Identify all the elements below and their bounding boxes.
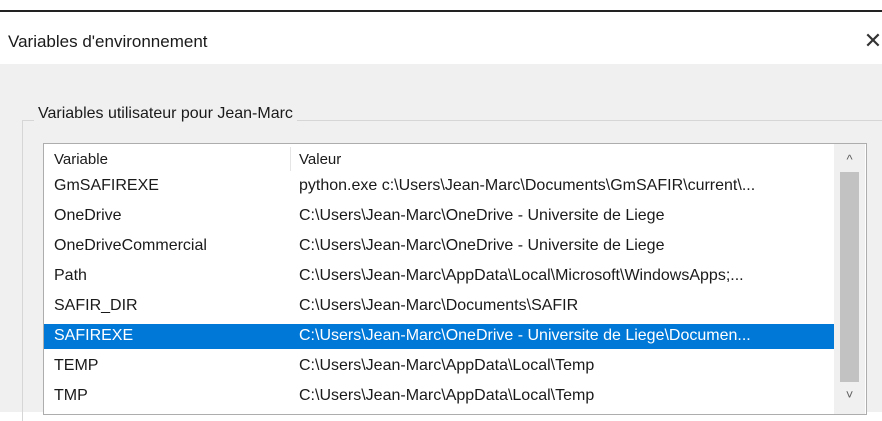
variable-value-cell: C:\Users\Jean-Marc\AppData\Local\Temp xyxy=(299,387,595,404)
table-row[interactable]: TMP C:\Users\Jean-Marc\AppData\Local\Temp xyxy=(44,384,834,409)
table-row[interactable]: OneDrive C:\Users\Jean-Marc\OneDrive - Un… xyxy=(44,204,834,229)
variable-name-cell: GmSAFIREXE xyxy=(54,177,159,194)
scroll-down-icon[interactable]: ˅ xyxy=(834,383,865,407)
variable-value-cell: C:\Users\Jean-Marc\AppData\Local\Temp xyxy=(299,357,595,374)
column-header-variable[interactable]: Variable xyxy=(54,151,108,168)
scroll-up-icon[interactable]: ^ xyxy=(834,148,865,172)
vertical-scrollbar[interactable]: ^ ˅ xyxy=(834,144,865,414)
variable-name-cell: SAFIREXE xyxy=(54,327,134,344)
table-row[interactable]: GmSAFIREXE python.exe c:\Users\Jean-Marc\… xyxy=(44,174,834,199)
table-row[interactable]: TEMP C:\Users\Jean-Marc\AppData\Local\Tem… xyxy=(44,354,834,379)
column-header-value[interactable]: Valeur xyxy=(299,151,341,168)
user-variables-list[interactable]: Variable Valeur GmSAFIREXE python.exe c:\… xyxy=(43,143,867,415)
variable-name-cell: OneDrive xyxy=(54,207,122,224)
variable-name-cell: TEMP xyxy=(54,357,99,374)
variable-name-cell: TMP xyxy=(54,387,88,404)
title-bar: Variables d'environnement ✕ xyxy=(0,12,882,64)
close-icon[interactable]: ✕ xyxy=(862,29,882,53)
variable-value-cell: C:\Users\Jean-Marc\OneDrive - Universite… xyxy=(299,327,751,344)
variable-value-cell: python.exe c:\Users\Jean-Marc\Documents\… xyxy=(299,177,756,194)
variable-value-cell: C:\Users\Jean-Marc\OneDrive - Universite… xyxy=(299,237,665,254)
dialog-body: Variables utilisateur pour Jean-Marc Var… xyxy=(0,64,882,421)
variable-value-cell: C:\Users\Jean-Marc\AppData\Local\Microso… xyxy=(299,267,744,284)
variable-name-cell: SAFIR_DIR xyxy=(54,297,138,314)
table-row[interactable]: Path C:\Users\Jean-Marc\AppData\Local\Mic… xyxy=(44,264,834,289)
user-variables-group-label: Variables utilisateur pour Jean-Marc xyxy=(34,105,297,123)
variable-value-cell: C:\Users\Jean-Marc\OneDrive - Universite… xyxy=(299,207,665,224)
variable-name-cell: OneDriveCommercial xyxy=(54,237,207,254)
list-header: Variable Valeur xyxy=(44,144,834,174)
variable-value-cell: C:\Users\Jean-Marc\Documents\SAFIR xyxy=(299,297,579,314)
table-row[interactable]: SAFIREXE C:\Users\Jean-Marc\OneDrive - Un… xyxy=(44,324,834,349)
table-row[interactable]: SAFIR_DIR C:\Users\Jean-Marc\Documents\SA… xyxy=(44,294,834,319)
variable-name-cell: Path xyxy=(54,267,87,284)
table-row[interactable]: OneDriveCommercial C:\Users\Jean-Marc\One… xyxy=(44,234,834,259)
scrollbar-thumb[interactable] xyxy=(840,172,859,382)
window-title: Variables d'environnement xyxy=(8,32,208,51)
column-separator[interactable] xyxy=(290,147,291,171)
